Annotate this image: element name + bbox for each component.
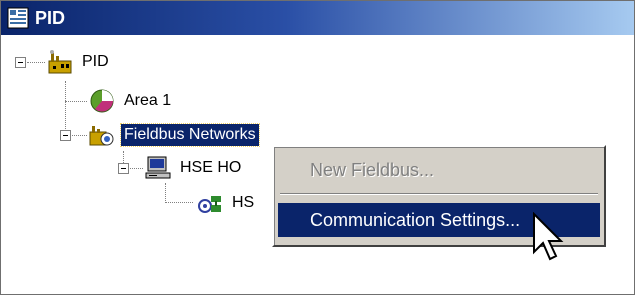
collapse-toggle-root[interactable] — [15, 57, 26, 68]
computer-icon — [145, 156, 171, 179]
tree-label-hse-device: HS — [232, 194, 255, 211]
tree-node-hse-device[interactable]: HS — [197, 190, 257, 216]
network-device-icon — [198, 196, 221, 213]
tree-connector — [27, 62, 45, 63]
tree-node-pid[interactable]: PID — [47, 49, 112, 75]
menu-item-new-fieldbus[interactable]: New Fieldbus... — [278, 153, 600, 187]
project-icon — [7, 7, 29, 29]
collapse-toggle-fieldbus[interactable] — [60, 130, 71, 141]
area-pie-icon — [90, 89, 114, 113]
menu-separator — [280, 193, 598, 195]
tree-label-pid: PID — [82, 53, 109, 70]
tree-label-hse-host: HSE HO — [180, 159, 242, 176]
tree-connector — [65, 101, 87, 102]
tree-connector — [130, 168, 143, 169]
tree-connector — [65, 81, 66, 135]
collapse-toggle-hse-host[interactable] — [118, 163, 129, 174]
window-title: PID — [35, 8, 66, 28]
tree-node-area-1[interactable]: Area 1 — [89, 88, 174, 114]
mouse-cursor-icon — [533, 212, 564, 261]
tree-connector — [72, 135, 87, 136]
tree-connector — [165, 183, 166, 203]
fieldbus-network-icon — [89, 126, 114, 146]
tree-label-area-1: Area 1 — [124, 92, 172, 109]
tree-node-hse-host[interactable]: HSE HO — [145, 155, 244, 181]
tree-label-fieldbus-networks: Fieldbus Networks — [120, 123, 260, 147]
tree-connector — [165, 202, 193, 203]
plant-icon — [48, 50, 72, 74]
tree-node-fieldbus-networks[interactable]: Fieldbus Networks — [89, 122, 260, 148]
title-bar[interactable]: PID — [1, 1, 634, 35]
